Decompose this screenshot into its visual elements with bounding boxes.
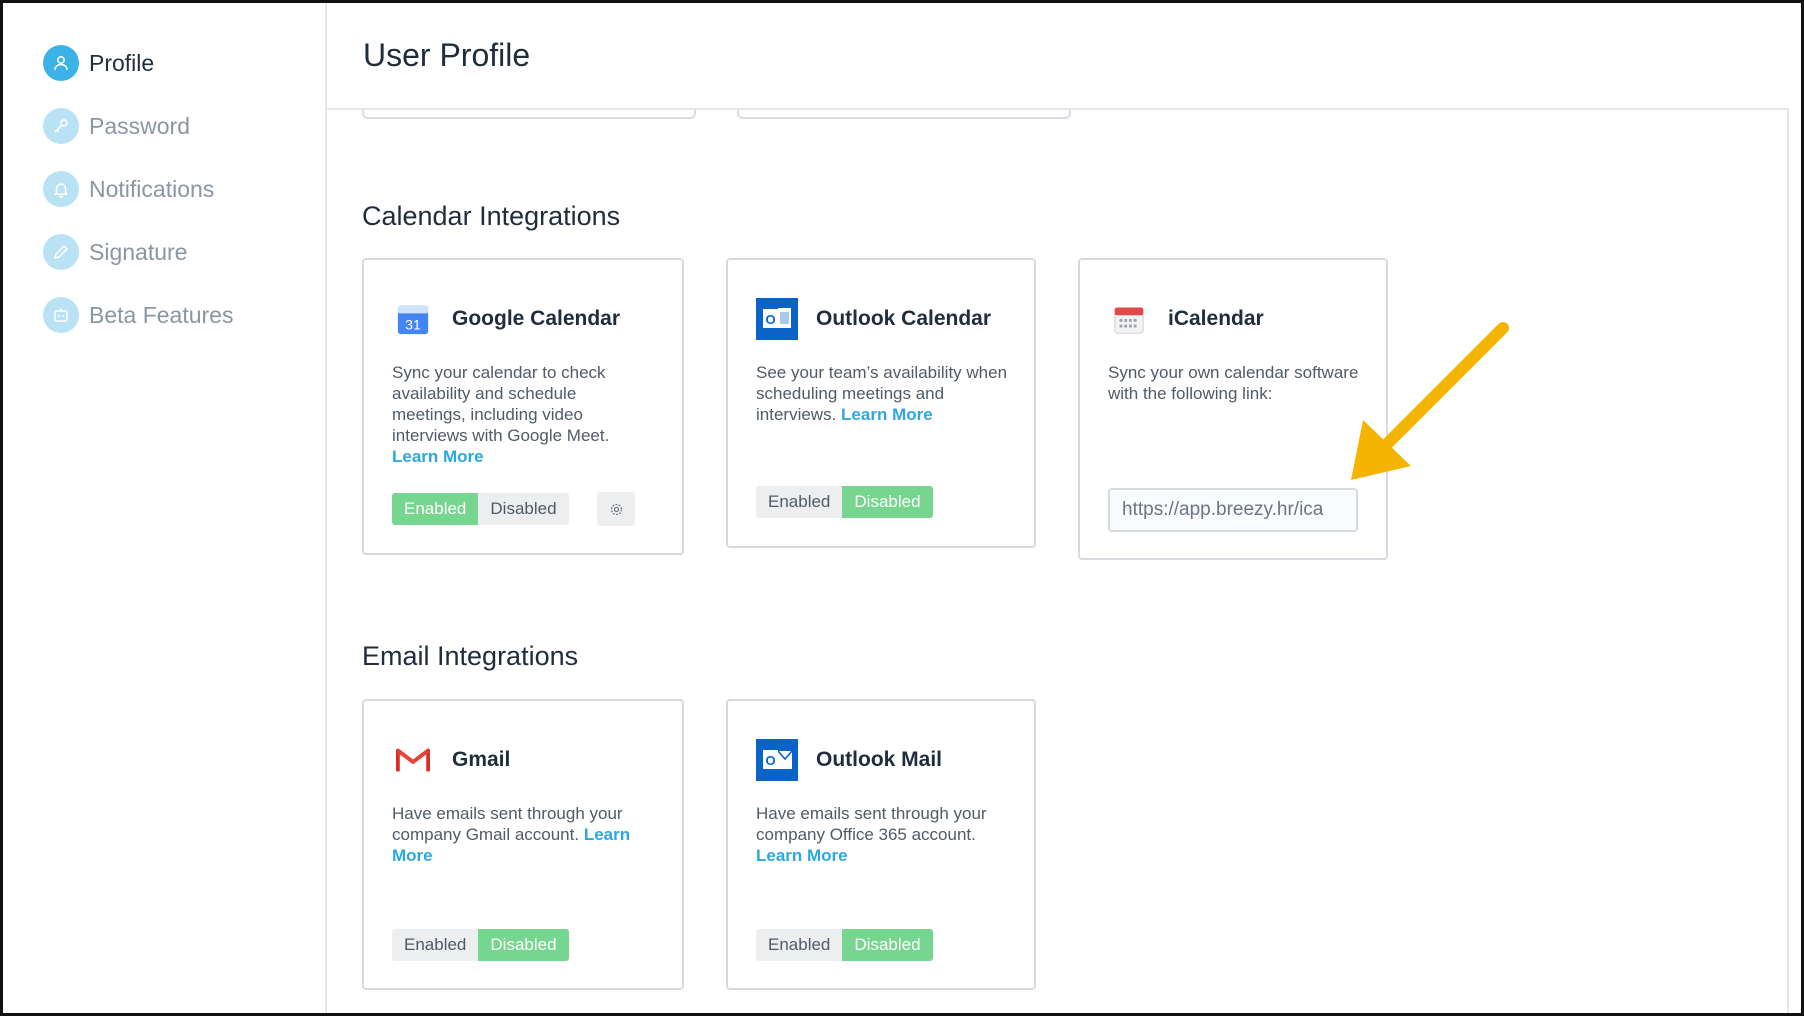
enabled-option[interactable]: Enabled — [392, 493, 479, 525]
pencil-icon — [43, 234, 79, 270]
outlook-mail-icon: O — [756, 739, 798, 781]
card-title: Outlook Calendar — [816, 307, 992, 330]
card-description: Have emails sent through your company Of… — [756, 803, 1012, 866]
disabled-option[interactable]: Disabled — [478, 493, 569, 525]
annotation-arrow — [1351, 322, 1509, 480]
gmail-card: Gmail Have emails sent through your comp… — [362, 699, 684, 990]
google-calendar-icon: 31 — [392, 298, 434, 340]
app-frame: Profile Password Notifications Signature… — [0, 0, 1804, 1016]
card-header: Gmail — [392, 739, 510, 781]
learn-more-link[interactable]: Learn More — [392, 447, 484, 466]
google-calendar-settings-button[interactable] — [597, 492, 635, 526]
sidebar-item-password[interactable]: Password — [43, 106, 190, 146]
sidebar-item-label: Signature — [89, 238, 188, 265]
card-description: Sync your own calendar software with the… — [1108, 363, 1359, 403]
outlook-mail-toggle: Enabled Disabled — [756, 929, 933, 961]
card-header: O Outlook Calendar — [756, 298, 991, 340]
card-title: Gmail — [452, 748, 511, 771]
outlook-calendar-card: O Outlook Calendar See your team’s avail… — [726, 258, 1036, 548]
gear-icon — [610, 503, 622, 515]
robot-icon — [43, 297, 79, 333]
outlook-calendar-icon: O — [756, 298, 798, 340]
disabled-option[interactable]: Disabled — [842, 486, 933, 518]
sidebar-item-label: Profile — [89, 49, 155, 76]
content-right-border — [1787, 3, 1789, 1013]
sidebar-item-label: Notifications — [89, 175, 215, 202]
disabled-option[interactable]: Disabled — [842, 929, 933, 961]
card-title: Google Calendar — [452, 307, 621, 330]
section-title-calendar: Calendar Integrations — [362, 201, 621, 231]
card-description: Sync your calendar to check availability… — [392, 362, 648, 467]
disabled-option[interactable]: Disabled — [478, 929, 569, 961]
sidebar-item-label: Beta Features — [89, 301, 234, 328]
sidebar-item-notifications[interactable]: Notifications — [43, 169, 214, 209]
google-calendar-card: 31 Google Calendar Sync your calendar to… — [362, 258, 684, 555]
sidebar-item-label: Password — [89, 112, 190, 139]
card-title: Outlook Mail — [816, 748, 942, 771]
icalendar-link-field[interactable] — [1108, 488, 1358, 532]
icalendar-icon — [1108, 298, 1150, 340]
sidebar: Profile Password Notifications Signature… — [3, 3, 327, 1013]
card-description: Have emails sent through your company Gm… — [392, 803, 648, 866]
card-title: iCalendar — [1168, 307, 1264, 330]
sidebar-item-profile[interactable]: Profile — [43, 43, 154, 83]
key-icon — [43, 108, 79, 144]
outlook-calendar-toggle: Enabled Disabled — [756, 486, 933, 518]
user-icon — [43, 45, 79, 81]
svg-text:O: O — [765, 753, 775, 768]
card-header: 31 Google Calendar — [392, 298, 620, 340]
bell-icon — [43, 171, 79, 207]
learn-more-link[interactable]: Learn More — [756, 846, 848, 865]
enabled-option[interactable]: Enabled — [756, 486, 843, 518]
svg-text:O: O — [765, 312, 775, 327]
page-title: User Profile — [363, 37, 531, 73]
enabled-option[interactable]: Enabled — [756, 929, 843, 961]
google-calendar-toggle: Enabled Disabled — [392, 493, 569, 525]
description-text: Sync your calendar to check availability… — [392, 363, 610, 445]
sidebar-item-signature[interactable]: Signature — [43, 232, 187, 272]
card-header: iCalendar — [1108, 298, 1264, 340]
description-text: Have emails sent through your company Of… — [756, 804, 987, 844]
gmail-icon — [392, 739, 434, 781]
enabled-option[interactable]: Enabled — [392, 929, 479, 961]
card-header: O Outlook Mail — [756, 739, 942, 781]
learn-more-link[interactable]: Learn More — [841, 405, 933, 424]
sidebar-item-beta-features[interactable]: Beta Features — [43, 295, 233, 335]
section-title-email: Email Integrations — [362, 641, 579, 671]
card-description: See your team’s availability when schedu… — [756, 362, 1012, 425]
outlook-mail-card: O Outlook Mail Have emails sent through … — [726, 699, 1036, 990]
gmail-toggle: Enabled Disabled — [392, 929, 569, 961]
page-header: User Profile — [327, 3, 1789, 110]
svg-text:31: 31 — [405, 317, 421, 333]
